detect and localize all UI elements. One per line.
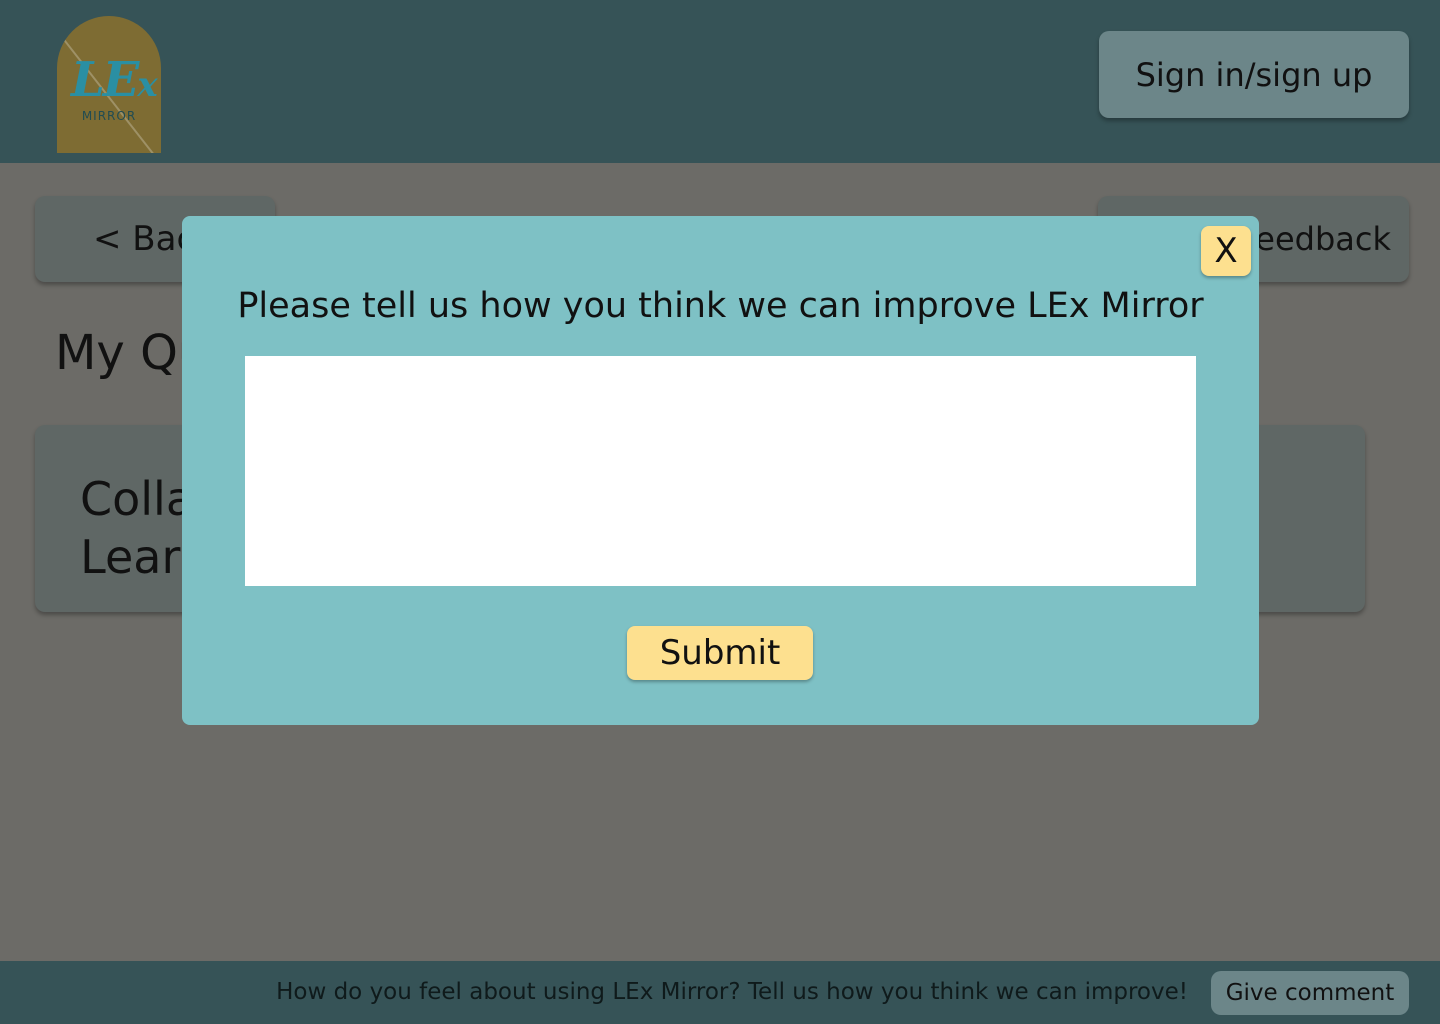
logo-letter-x: x (137, 65, 157, 105)
give-comment-button[interactable]: Give comment (1211, 971, 1409, 1015)
feedback-modal: X Please tell us how you think we can im… (182, 216, 1259, 725)
sign-in-button[interactable]: Sign in/sign up (1099, 31, 1409, 118)
feedback-textarea[interactable] (245, 356, 1196, 586)
logo-letters: LE (71, 52, 139, 108)
logo-mark: LEx (71, 56, 158, 104)
footer-prompt: How do you feel about using LEx Mirror? … (276, 979, 1188, 1005)
top-header: LEx MIRROR Sign in/sign up (0, 0, 1440, 163)
modal-title: Please tell us how you think we can impr… (237, 286, 1204, 326)
lex-mirror-logo[interactable]: LEx MIRROR (57, 16, 161, 153)
footer-bar: How do you feel about using LEx Mirror? … (0, 961, 1440, 1024)
close-modal-button[interactable]: X (1201, 226, 1251, 276)
logo-subtitle: MIRROR (81, 109, 137, 123)
submit-button[interactable]: Submit (627, 626, 813, 680)
